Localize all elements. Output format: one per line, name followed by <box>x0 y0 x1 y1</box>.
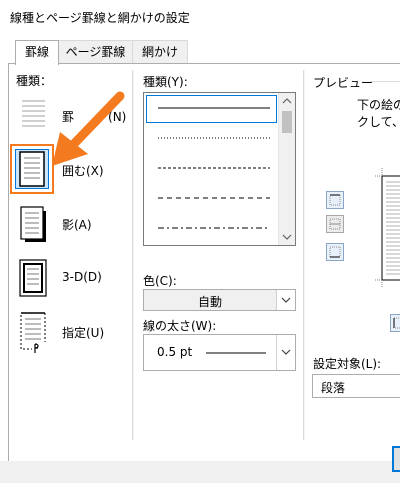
tab-shading[interactable]: 網かけ <box>132 40 188 64</box>
preview-label: プレビュー <box>313 76 374 90</box>
chevron-down-icon <box>281 349 291 355</box>
bottom-border-button[interactable] <box>326 243 344 261</box>
setting-3d-option[interactable] <box>16 256 51 301</box>
shadow-border-icon <box>20 206 46 242</box>
tab-borders[interactable]: 罫線 <box>15 40 59 65</box>
3d-border-icon <box>19 259 47 297</box>
preview-page[interactable] <box>375 168 400 288</box>
line-style-list[interactable] <box>143 92 296 246</box>
apply-to-label: 設定対象(L): <box>313 357 382 371</box>
divider <box>133 70 134 440</box>
width-dropdown[interactable]: 0.5 pt <box>143 334 296 371</box>
inside-border-button[interactable] <box>326 215 344 233</box>
chevron-down-icon <box>281 297 291 303</box>
apply-to-dropdown[interactable]: 段落 <box>312 374 400 398</box>
width-value: 0.5 pt <box>157 345 193 359</box>
dialog-title: 線種とページ罫線と網かけの設定 <box>10 11 190 25</box>
box-border-icon <box>19 151 45 187</box>
style-label: 種類(Y): <box>143 75 188 89</box>
setting-none-option[interactable] <box>16 93 51 138</box>
scroll-down-icon <box>282 234 292 240</box>
setting-3d-label: 3-D(D) <box>62 270 102 284</box>
line-style-samples <box>158 107 270 229</box>
list-scrollbar[interactable] <box>278 93 295 245</box>
preview-group-line <box>370 81 400 82</box>
color-arrow[interactable] <box>276 290 295 310</box>
ok-button[interactable] <box>392 446 400 472</box>
preview-box-icon <box>375 168 400 288</box>
width-label: 線の太さ(W): <box>143 319 217 333</box>
scroll-thumb <box>282 111 292 133</box>
width-sample-line <box>206 352 266 354</box>
left-border-button[interactable] <box>390 314 400 332</box>
preview-instruction-2: クして、 <box>357 115 400 129</box>
setting-custom-label: 指定(U) <box>62 326 105 340</box>
tab-page-border[interactable]: ページ罫線 <box>58 40 133 64</box>
color-dropdown[interactable]: 自動 <box>143 289 296 311</box>
setting-shadow-option[interactable] <box>16 202 51 247</box>
divider <box>304 70 305 440</box>
setting-custom-option[interactable] <box>16 309 51 354</box>
lines-none-icon <box>22 100 45 127</box>
dialog-footer <box>0 461 400 483</box>
scroll-up-icon <box>282 98 292 104</box>
color-value: 自動 <box>197 295 222 309</box>
arrow-annotation-icon <box>52 91 125 166</box>
setting-shadow-label: 影(A) <box>62 218 92 232</box>
custom-border-icon <box>20 312 46 354</box>
apply-to-value: 段落 <box>321 381 346 395</box>
top-border-button[interactable] <box>326 191 344 209</box>
width-arrow[interactable] <box>276 335 295 370</box>
tab-bar: 罫線 ページ罫線 網かけ <box>0 40 400 65</box>
color-label: 色(C): <box>143 274 177 288</box>
setting-label: 種類： <box>16 74 53 88</box>
preview-instruction-1: 下の絵の <box>357 98 400 112</box>
